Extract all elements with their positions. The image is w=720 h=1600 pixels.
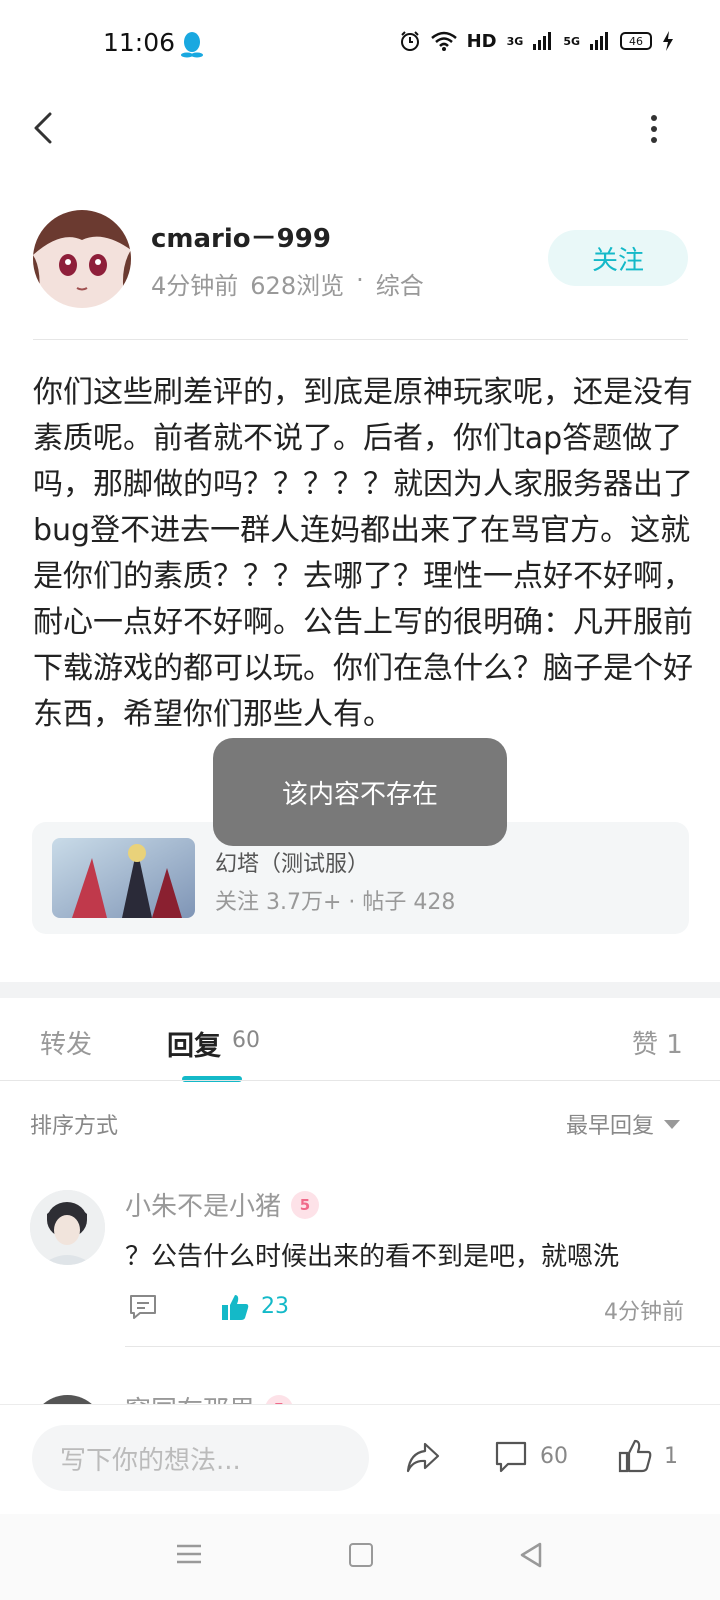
like-count: 1 — [664, 1444, 678, 1469]
comment-time: 4分钟前 — [604, 1300, 684, 1325]
section-separator — [0, 982, 720, 998]
comment-author[interactable]: 小朱不是小猪 5 — [125, 1186, 320, 1223]
sort-dropdown[interactable]: 最早回复 — [566, 1108, 681, 1140]
charging-icon — [663, 31, 673, 51]
comment-avatar[interactable] — [30, 1190, 105, 1265]
comment-icon[interactable] — [494, 1440, 528, 1474]
post-time: 4分钟前 — [151, 272, 239, 300]
author-username[interactable]: cmario－999 — [151, 218, 331, 255]
thumbs-up-icon[interactable] — [618, 1438, 652, 1474]
post-body: 你们这些刷差评的，到底是原神玩家呢，还是没有素质呢。前者就不说了。后者，你们ta… — [33, 375, 693, 732]
status-icons: HD 3G 5G 46 — [399, 30, 674, 52]
status-time: 11:06 — [103, 28, 176, 57]
post-views: 628浏览 — [250, 272, 345, 300]
post-meta: 4分钟前 628浏览 · 综合 — [151, 266, 424, 301]
menu-icon[interactable] — [176, 1543, 202, 1565]
home-icon[interactable] — [349, 1543, 373, 1567]
signal-5g-label: 5G — [563, 34, 580, 48]
wifi-icon — [430, 31, 457, 51]
sort-label: 排序方式 — [30, 1114, 119, 1139]
qq-penguin-icon — [181, 32, 203, 58]
comment-text: ？公告什么时候出来的看不到是吧，就嗯洗 — [125, 1242, 620, 1272]
comment-input[interactable]: 写下你的想法... — [32, 1425, 369, 1491]
sort-selected: 最早回复 — [566, 1114, 655, 1139]
reply-icon[interactable] — [128, 1293, 158, 1321]
more-options-icon[interactable] — [648, 114, 660, 144]
tab-like[interactable]: 赞 1 — [632, 1024, 683, 1061]
post-category[interactable]: 综合 — [376, 266, 424, 301]
active-tab-indicator — [182, 1076, 242, 1082]
comment-author-name[interactable]: 小朱不是小猪 — [125, 1186, 281, 1223]
back-icon[interactable] — [30, 108, 60, 148]
game-thumbnail[interactable] — [52, 838, 195, 918]
author-avatar[interactable] — [33, 210, 131, 308]
hd-label: HD — [466, 30, 497, 52]
thumbs-up-icon[interactable] — [220, 1292, 250, 1322]
tab-forward[interactable]: 转发 — [40, 1024, 92, 1061]
alarm-icon — [400, 31, 419, 51]
nav-back-icon[interactable] — [518, 1541, 544, 1569]
tab-reply-count: 60 — [232, 1028, 260, 1053]
meta-separator: · — [356, 266, 364, 294]
level-badge: 5 — [291, 1190, 320, 1219]
toast-message: 该内容不存在 — [213, 738, 507, 846]
signal-3g-icon — [533, 32, 552, 50]
divider — [33, 339, 688, 340]
share-icon[interactable] — [405, 1440, 441, 1474]
game-name[interactable]: 幻塔（测试服） — [215, 846, 369, 878]
caret-down-icon — [664, 1119, 681, 1129]
follow-button[interactable]: 关注 — [548, 230, 688, 286]
signal-3g-label: 3G — [506, 34, 524, 48]
comment-count: 60 — [540, 1444, 568, 1469]
signal-5g-icon — [590, 32, 608, 50]
comment-like-count: 23 — [261, 1294, 289, 1319]
game-stats: 关注 3.7万+ · 帖子 428 — [215, 890, 456, 915]
divider — [125, 1346, 720, 1347]
tab-reply[interactable]: 回复 — [167, 1024, 221, 1063]
divider — [0, 1080, 720, 1081]
battery-icon: 46 — [620, 32, 652, 50]
